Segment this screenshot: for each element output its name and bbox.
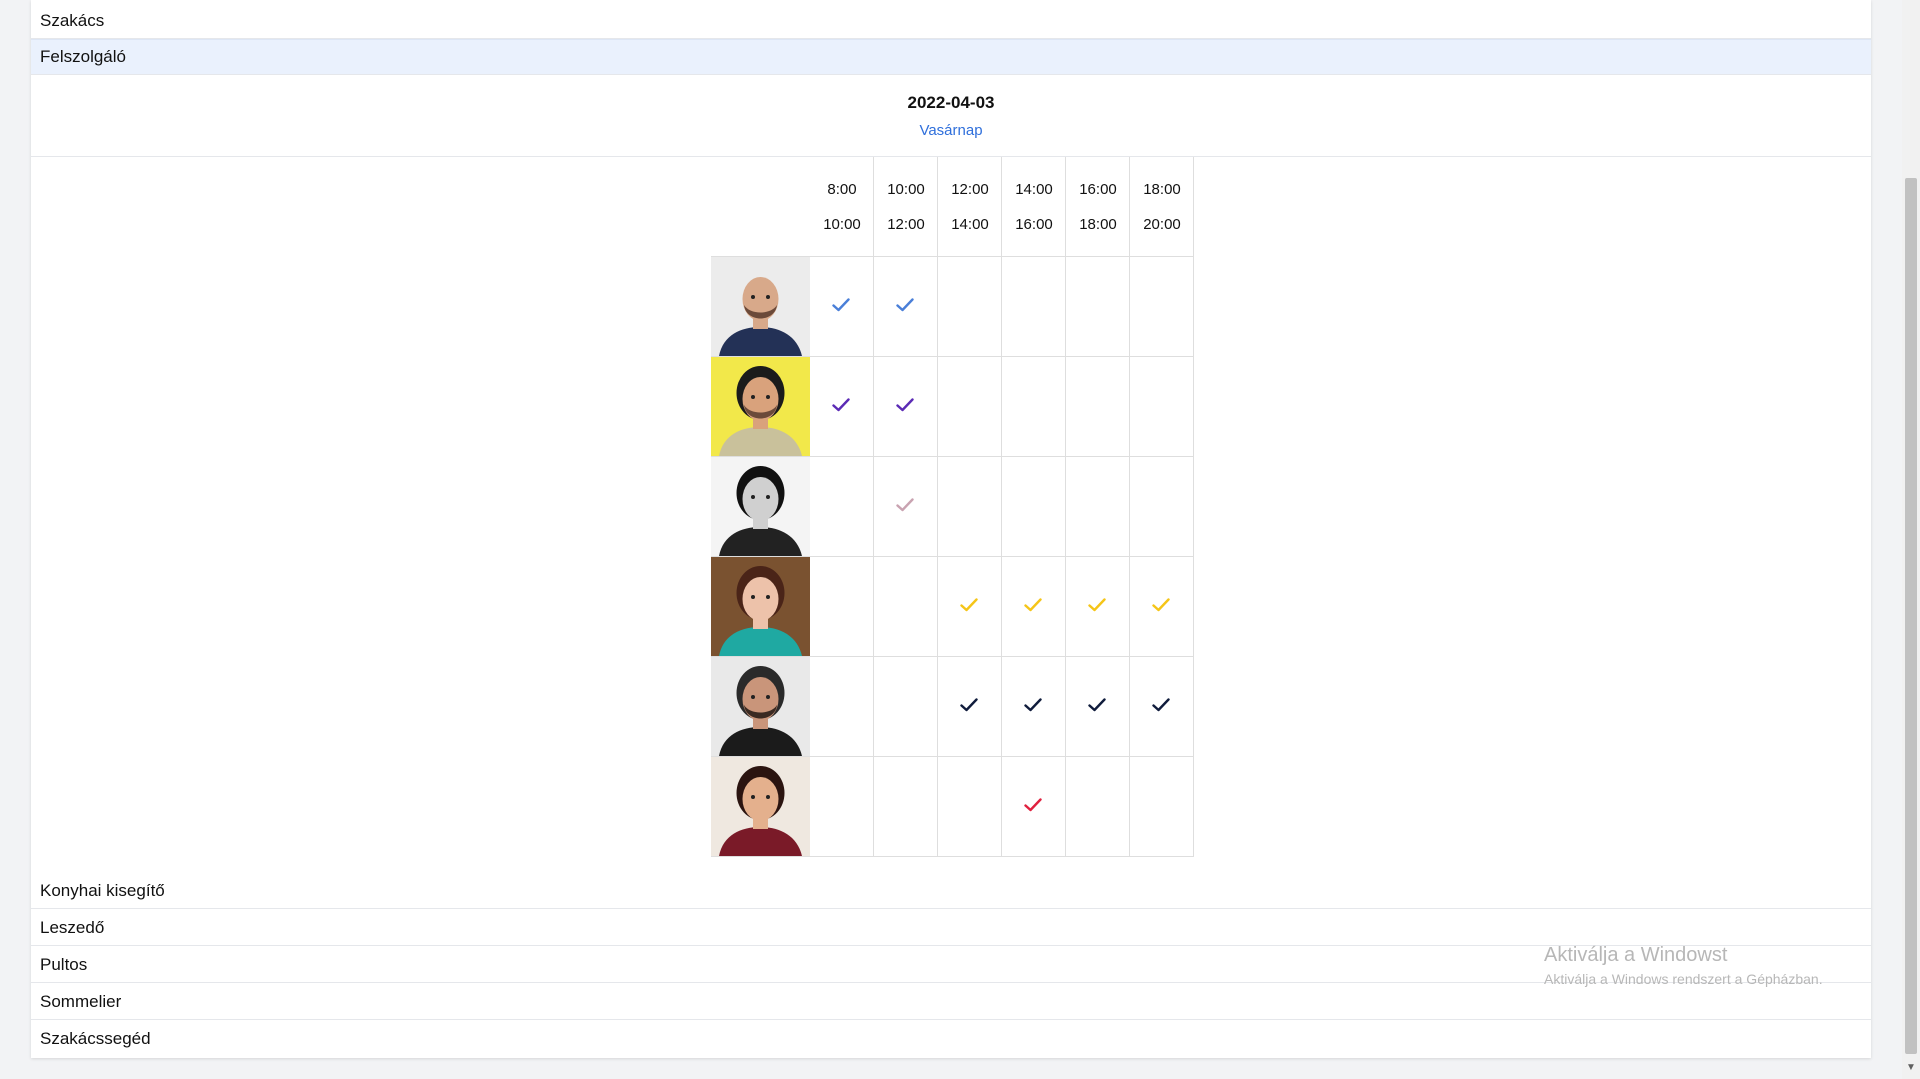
role-row-sommelier[interactable]: Sommelier xyxy=(31,984,1871,1020)
check-icon[interactable] xyxy=(896,298,914,312)
role-label: Szakácssegéd xyxy=(40,1029,151,1048)
role-label: Leszedő xyxy=(40,917,105,937)
check-icon[interactable] xyxy=(896,498,914,512)
slot-start-time: 12:00 xyxy=(951,181,989,198)
scrollbar-thumb[interactable] xyxy=(1905,178,1917,1054)
grid-column-divider xyxy=(937,157,938,857)
watermark-subtitle: Aktiválja a Windows rendszert a Gépházba… xyxy=(1544,971,1823,987)
slot-end-time: 10:00 xyxy=(823,216,861,233)
slot-end-time: 20:00 xyxy=(1143,216,1181,233)
slot-end-time: 12:00 xyxy=(887,216,925,233)
man-yellow-background-avatar xyxy=(711,357,810,456)
man-sunglasses-avatar xyxy=(711,657,810,756)
slot-start-time: 18:00 xyxy=(1143,181,1181,198)
check-icon[interactable] xyxy=(1152,598,1170,612)
check-icon[interactable] xyxy=(1088,598,1106,612)
role-row-leszedo[interactable]: Leszedő xyxy=(31,910,1871,946)
windows-activation-watermark: Aktiválja a Windowst Aktiválja a Windows… xyxy=(1544,944,1823,987)
grid-column-divider xyxy=(873,157,874,857)
grid-column-divider xyxy=(1065,157,1066,857)
role-row-szakacssegéd[interactable]: Szakácssegéd xyxy=(31,1021,1871,1057)
woman-smiling-avatar xyxy=(711,757,810,856)
check-icon[interactable] xyxy=(960,698,978,712)
scroll-down-arrow-icon[interactable]: ▼ xyxy=(1906,1063,1916,1073)
check-icon[interactable] xyxy=(1152,698,1170,712)
check-icon[interactable] xyxy=(832,298,850,312)
role-row-konyhai-kisegito[interactable]: Konyhai kisegítő xyxy=(31,873,1871,909)
slot-end-time: 14:00 xyxy=(951,216,989,233)
grid-column-divider xyxy=(1129,157,1130,857)
slot-start-time: 10:00 xyxy=(887,181,925,198)
check-icon[interactable] xyxy=(896,398,914,412)
check-icon[interactable] xyxy=(960,598,978,612)
slot-start-time: 8:00 xyxy=(827,181,857,198)
slot-end-time: 16:00 xyxy=(1015,216,1053,233)
role-label: Pultos xyxy=(40,954,88,974)
grid-row-divider xyxy=(711,856,1194,857)
role-label: Sommelier xyxy=(40,991,122,1011)
watermark-title: Aktiválja a Windowst xyxy=(1544,944,1728,966)
check-icon[interactable] xyxy=(832,398,850,412)
schedule-panel: Szakács Felszolgáló 2022-04-03 Vasárnap … xyxy=(31,0,1871,1058)
grid-column-divider xyxy=(1001,157,1002,857)
woman-beanie-glasses-avatar xyxy=(711,457,810,556)
check-icon[interactable] xyxy=(1024,798,1042,812)
grid-column-divider xyxy=(1193,157,1194,857)
check-icon[interactable] xyxy=(1088,698,1106,712)
role-label: Konyhai kisegítő xyxy=(40,880,165,900)
check-icon[interactable] xyxy=(1024,698,1042,712)
check-icon[interactable] xyxy=(1024,598,1042,612)
slot-end-time: 18:00 xyxy=(1079,216,1117,233)
bald-man-avatar xyxy=(711,257,810,356)
slot-start-time: 16:00 xyxy=(1079,181,1117,198)
slot-start-time: 14:00 xyxy=(1015,181,1053,198)
woman-brown-hair-avatar xyxy=(711,557,810,656)
